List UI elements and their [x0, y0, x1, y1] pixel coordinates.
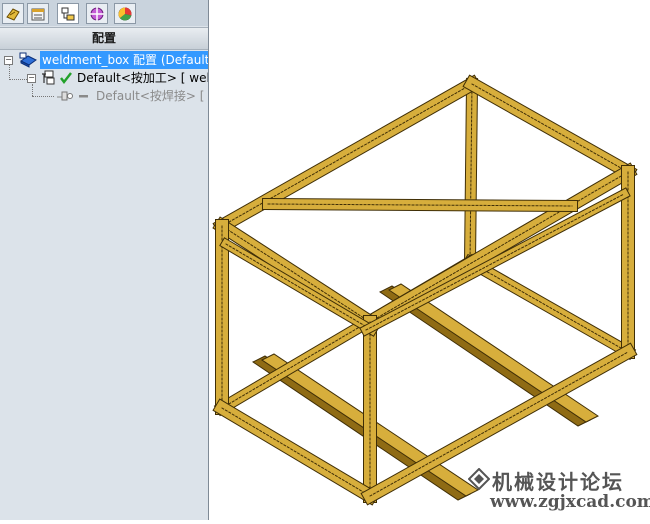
display-manager-icon [118, 7, 132, 21]
dimxpert-manager-tab[interactable] [86, 3, 108, 24]
manager-tab-bar [0, 0, 208, 26]
frame-member [365, 193, 625, 331]
feature-manager-tab[interactable] [2, 3, 24, 24]
frame-member [369, 171, 629, 323]
configuration-manager-tab[interactable] [57, 3, 79, 24]
tree-root-node[interactable]: − weldment_box 配置 (Default [0, 51, 208, 69]
graphics-viewport[interactable] [209, 0, 650, 520]
derived-configuration-icon [57, 91, 73, 101]
base-i-beam [252, 355, 471, 501]
forum-logo-icon [468, 468, 490, 490]
frame-member [221, 225, 371, 323]
display-manager-tab[interactable] [114, 3, 136, 24]
property-manager-tab[interactable] [27, 3, 49, 24]
panel-title: 配置 [0, 27, 208, 50]
configuration-icon [42, 70, 55, 85]
weldment-box-frame-model[interactable] [209, 0, 650, 520]
collapse-icon[interactable]: − [27, 74, 36, 83]
configuration-label: Default<按焊接> [ w [96, 89, 208, 103]
forum-watermark: 机械设计论坛 www.zgjxcad.com [468, 466, 650, 518]
frame-member [225, 243, 373, 331]
suppressed-dash-icon [79, 95, 88, 98]
property-manager-icon [31, 8, 45, 21]
configuration-manager-panel: 配置 − weldment_box 配置 (Default − Default<… [0, 0, 209, 520]
active-checkmark-icon [60, 72, 72, 84]
watermark-url: www.zgjxcad.com [490, 492, 650, 512]
watermark-title: 机械设计论坛 [492, 470, 624, 494]
configuration-item[interactable]: Default<按焊接> [ w [0, 87, 208, 105]
feature-manager-icon [6, 8, 20, 21]
root-label: weldment_box 配置 (Default [40, 51, 208, 69]
configuration-label: Default<按加工> [ weld [77, 71, 208, 85]
configuration-manager-icon [61, 7, 75, 21]
frame-member [463, 255, 635, 359]
collapse-icon[interactable]: − [4, 56, 13, 65]
weldment-configurations-icon [19, 52, 37, 68]
configuration-item[interactable]: − Default<按加工> [ weld [0, 69, 208, 87]
dimxpert-manager-icon [90, 7, 104, 21]
